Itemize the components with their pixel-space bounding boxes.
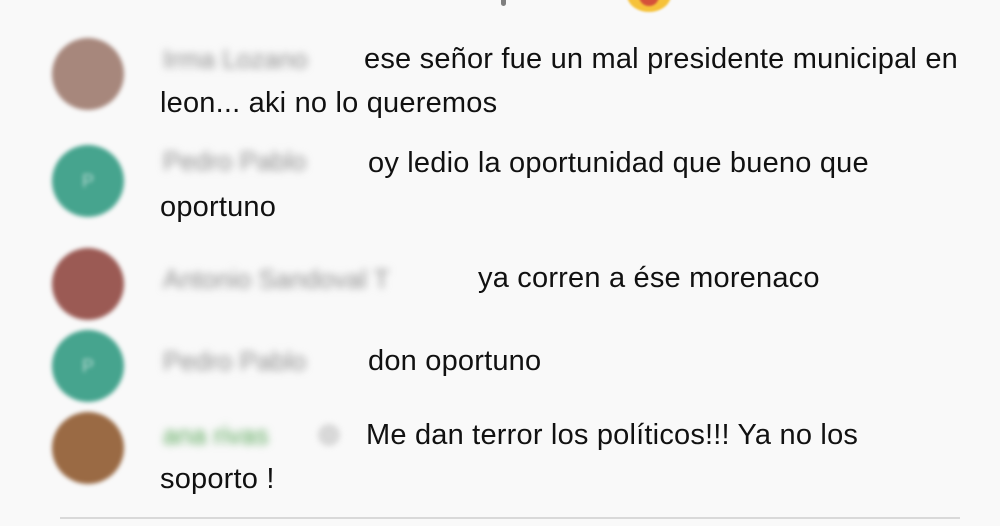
avatar-letter: P <box>81 171 94 191</box>
avatar-letter: P <box>81 356 94 376</box>
message-text: Me dan terror los políticos!!! Ya no los… <box>160 419 859 495</box>
message-text: oy ledio la oportunidad que bueno que op… <box>160 147 869 223</box>
avatar-letter-icon[interactable]: P <box>52 330 124 402</box>
message-text: ya corren a ése morenaco <box>478 262 820 294</box>
avatar-letter-icon[interactable]: P <box>52 145 124 217</box>
avatar-photo-icon[interactable] <box>52 412 124 484</box>
message-text: ese señor fue un mal presidente municipa… <box>160 43 958 119</box>
message-text: don oportuno <box>368 345 542 377</box>
top-cropped-text-fragment <box>501 0 506 6</box>
avatar-photo-icon[interactable] <box>52 248 124 320</box>
chat-divider <box>60 517 960 519</box>
live-chat-panel: Irma Lozano ese señor fue un mal preside… <box>0 0 1000 526</box>
emoji-icon <box>627 0 671 12</box>
avatar-photo-icon[interactable] <box>52 38 124 110</box>
